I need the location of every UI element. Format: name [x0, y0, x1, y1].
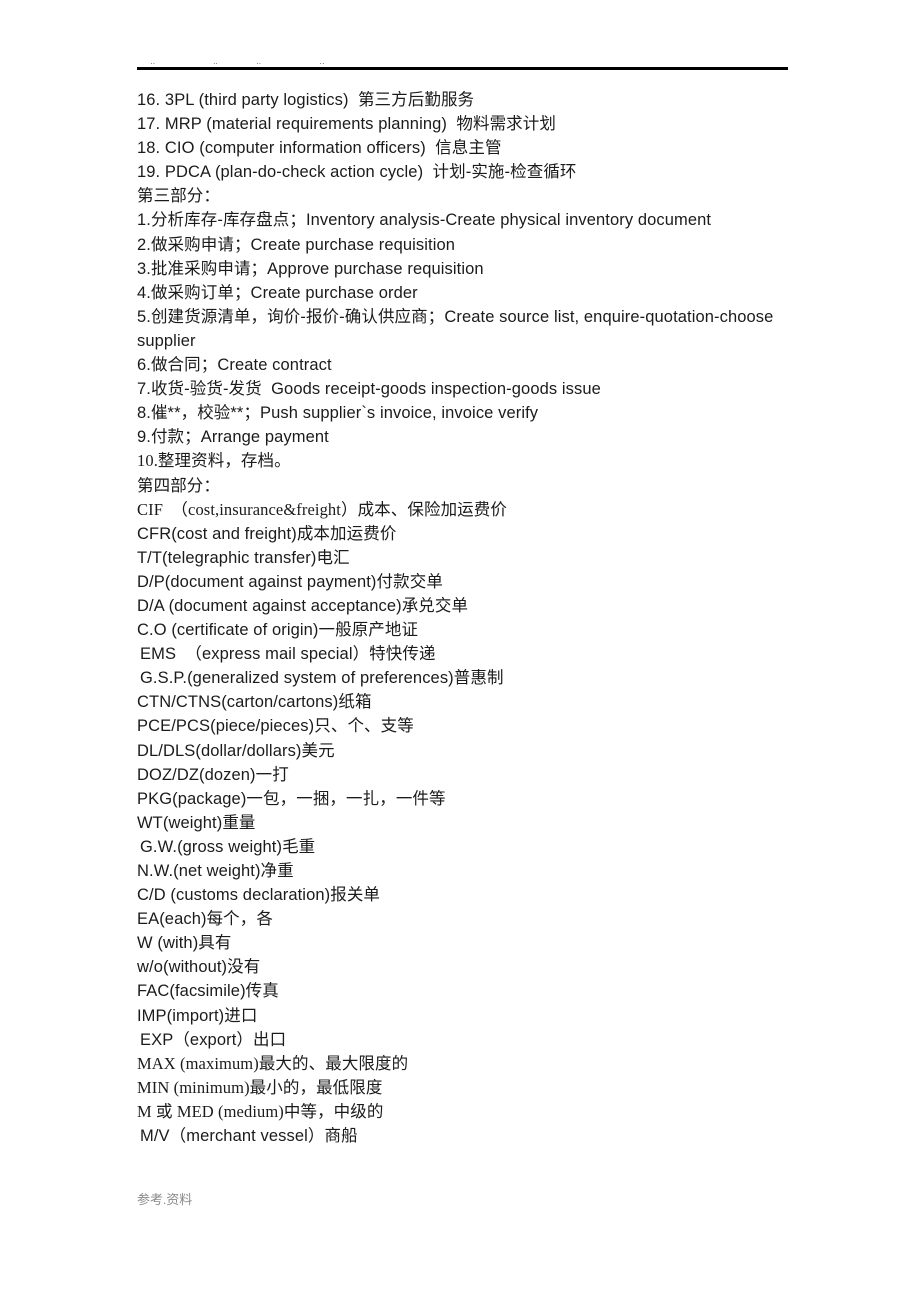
text-line: DOZ/DZ(dozen)一打	[137, 765, 289, 784]
text-line: 19. PDCA (plan-do-check action cycle) 计划…	[137, 163, 577, 182]
text-line: w/o(without)没有	[137, 958, 261, 977]
text-line: 8.催**，校验**；Push supplier`s invoice, invo…	[137, 404, 539, 423]
text-line: 4.做采购订单；Create purchase order	[137, 283, 418, 302]
text-line: G.S.P.(generalized system of preferences…	[140, 669, 504, 688]
text-line: PCE/PCS(piece/pieces)只、个、支等	[137, 717, 414, 736]
text-line: CTN/CTNS(carton/cartons)纸箱	[137, 693, 372, 712]
text-line: DL/DLS(dollar/dollars)美元	[137, 741, 335, 760]
text-line: N.W.(net weight)净重	[137, 862, 294, 880]
text-line: 第三部分：	[137, 187, 220, 206]
text-line: 17. MRP (material requirements planning)…	[137, 115, 556, 134]
text-line: 2.做采购申请；Create purchase requisition	[137, 235, 456, 254]
text-line: MAX (maximum)最大的、最大限度的	[137, 1053, 409, 1073]
text-line: 9.付款；Arrange payment	[137, 428, 329, 447]
document-body: 16. 3PL (third party logistics) 第三方后勤服务 1…	[137, 88, 837, 1148]
text-line: EXP（export）出口	[140, 1030, 287, 1049]
document-page: ........ 16. 3PL (third party logistics)…	[0, 0, 920, 1302]
text-line: T/T(telegraphic transfer)电汇	[137, 548, 350, 567]
text-line: C/D (customs declaration)报关单	[137, 886, 381, 905]
text-line: W (with)具有	[137, 934, 232, 953]
header-artifact-mark: ..	[150, 59, 156, 66]
text-line: G.W.(gross weight)毛重	[140, 837, 316, 856]
text-line: 5.创建货源清单，询价-报价-确认供应商；Create source list,…	[137, 307, 779, 350]
text-line: 1.分析库存-库存盘点；Inventory analysis-Create ph…	[137, 211, 712, 230]
text-line: 18. CIO (computer information officers) …	[137, 139, 502, 158]
text-line: 第四部分：	[137, 476, 220, 495]
text-line: 10.整理资料，存档。	[137, 451, 291, 471]
footer-label: 参考.资料	[137, 1192, 193, 1207]
text-line: 3.批准采购申请；Approve purchase requisition	[137, 259, 484, 278]
text-line: FAC(facsimile)传真	[137, 982, 279, 1001]
header-artifact-mark: ..	[213, 59, 219, 66]
text-line: PKG(package)一包，一捆，一扎，一件等	[137, 789, 446, 808]
text-line: CIF （cost,insurance&freight）成本、保险加运费价	[137, 499, 507, 519]
text-line: CFR(cost and freight)成本加运费价	[137, 524, 397, 543]
text-line: 16. 3PL (third party logistics) 第三方后勤服务	[137, 91, 475, 109]
text-line: D/P(document against payment)付款交单	[137, 572, 443, 591]
text-line: 6.做合同；Create contract	[137, 356, 332, 375]
text-line: IMP(import)进口	[137, 1006, 258, 1025]
text-line: EA(each)每个，各	[137, 910, 273, 929]
header-artifact-mark: ..	[319, 59, 325, 66]
text-line: 7.收货-验货-发货 Goods receipt-goods inspectio…	[137, 380, 601, 399]
page-footer: 参考.资料	[137, 1192, 192, 1208]
page-header: ........	[137, 52, 788, 70]
header-artifact-mark: ..	[256, 59, 262, 66]
header-rule	[137, 67, 788, 70]
text-line: M 或 MED (medium)中等，中级的	[137, 1101, 384, 1121]
text-line: WT(weight)重量	[137, 813, 256, 832]
text-line: EMS （express mail special）特快传递	[140, 645, 436, 664]
text-line: D/A (document against acceptance)承兑交单	[137, 596, 469, 615]
text-line: M/V（merchant vessel）商船	[140, 1127, 358, 1146]
text-line: C.O (certificate of origin)一般原产地证	[137, 621, 419, 640]
header-artifact-marks: ........	[137, 52, 788, 66]
text-line: MIN (minimum)最小的，最低限度	[137, 1077, 383, 1097]
